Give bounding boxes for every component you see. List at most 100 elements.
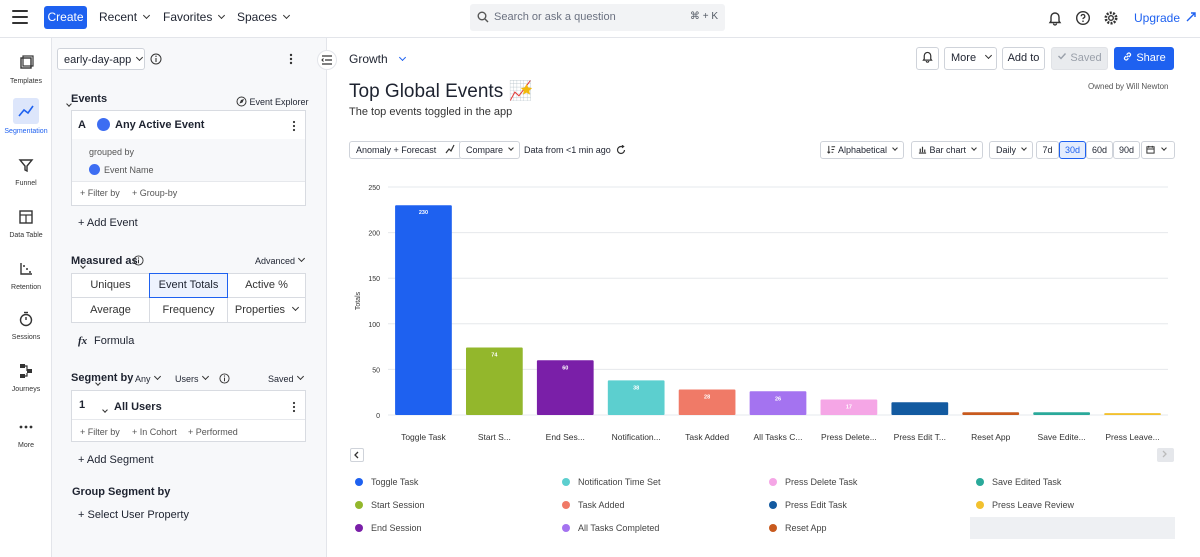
notify-button[interactable] [916,47,939,70]
range-7d[interactable]: 7d [1036,141,1059,159]
measure-frequency[interactable]: Frequency [149,297,228,323]
segment-row-chevron-icon[interactable] [102,407,108,413]
add-event-button[interactable]: + Add Event [78,217,138,229]
legend-color-swatch [355,478,363,486]
bar-chart-icon [918,146,927,154]
legend-item[interactable]: Notification Time Set [562,477,742,489]
funnel-icon [18,159,34,173]
search-shortcut: ⌘ + K [689,11,718,22]
measure-uniques[interactable]: Uniques [71,273,150,298]
rail-item-segmentation[interactable]: Segmentation [0,98,52,135]
segment-users-dropdown[interactable]: Users [175,372,209,384]
measure-event-totals[interactable]: Event Totals [149,273,228,298]
measure-properties[interactable]: Properties [227,297,306,323]
interval-dropdown[interactable]: Daily [989,141,1034,159]
advanced-dropdown[interactable]: Advanced [255,254,306,266]
project-selector[interactable]: early-day-app [57,48,145,70]
segment-name[interactable]: All Users [114,401,162,413]
spaces-dropdown[interactable]: Spaces [237,10,291,24]
date-picker-button[interactable] [1141,141,1175,159]
create-button[interactable]: Create [44,6,87,29]
legend-color-swatch [355,501,363,509]
select-user-property-button[interactable]: + Select User Property [78,509,189,521]
saved-button[interactable]: Saved [1051,47,1108,70]
chart-scroll-left-button[interactable] [350,448,364,462]
range-90d[interactable]: 90d [1113,141,1140,159]
info-icon[interactable] [150,53,162,65]
legend-item[interactable]: Start Session [355,500,535,512]
formula-icon: fx [78,335,88,347]
measure-average[interactable]: Average [71,297,150,323]
legend-color-swatch [562,524,570,532]
search-input[interactable]: Search or ask a question ⌘ + K [470,4,725,31]
rail-item-funnel[interactable]: Funnel [0,154,52,187]
measured-info-icon[interactable] [133,255,144,266]
legend-item[interactable]: Save Edited Task [976,477,1156,489]
legend-item[interactable]: Press Delete Task [769,477,949,489]
event-explorer-icon [236,96,247,107]
legend-item[interactable]: Toggle Task [355,477,535,489]
rail-item-retention[interactable]: Retention [0,258,52,291]
segment-info-icon[interactable] [219,373,230,384]
event-name[interactable]: Any Active Event [115,119,204,131]
chevron-right-icon [1162,450,1167,458]
help-icon[interactable] [1075,10,1091,26]
anomaly-forecast-button[interactable]: Anomaly + Forecast [349,141,462,159]
legend-item[interactable]: Press Leave Review [976,500,1156,512]
rail-item-more[interactable]: More [0,416,52,449]
event-explorer-link[interactable]: Event Explorer [236,94,309,107]
refresh-icon[interactable] [616,145,626,155]
segment-filter-by-button[interactable]: + Filter by [80,427,120,437]
measure-active-percent[interactable]: Active % [227,273,306,298]
upgrade-link[interactable]: Upgrade [1134,10,1197,25]
space-dropdown[interactable]: Growth [349,52,406,66]
favorites-dropdown[interactable]: Favorites [163,10,226,24]
star-favorite-icon[interactable] [520,83,533,96]
legend-item[interactable]: Reset App [769,523,949,535]
group-property[interactable]: Event Name [104,165,154,175]
segment-in-cohort-button[interactable]: + In Cohort [132,427,177,437]
rail-item-journeys[interactable]: Journeys [0,360,52,393]
range-30d[interactable]: 30d [1059,141,1086,159]
legend-label: Notification Time Set [578,477,661,487]
formula-button[interactable]: Formula [94,335,134,347]
add-segment-button[interactable]: + Add Segment [78,454,154,466]
legend-item[interactable]: Task Added [562,500,742,512]
hamburger-menu-icon[interactable] [12,10,28,24]
rail-item-templates[interactable]: Templates [0,52,52,85]
more-dropdown[interactable]: More [944,47,997,70]
share-button[interactable]: Share [1114,47,1174,70]
event-kebab-menu-icon[interactable] [292,120,296,132]
event-group-by-button[interactable]: + Group-by [132,188,177,198]
upgrade-icon [1186,12,1197,22]
range-60d[interactable]: 60d [1086,141,1113,159]
segment-any-dropdown[interactable]: Any [135,372,161,384]
add-to-button[interactable]: Add to [1002,47,1045,70]
event-filter-by-button[interactable]: + Filter by [80,188,120,198]
rail-item-sessions[interactable]: Sessions [0,308,52,341]
legend-item[interactable]: All Tasks Completed [562,523,742,535]
legend-color-swatch [769,478,777,486]
rail-item-data-table[interactable]: Data Table [0,206,52,239]
bell-icon[interactable] [1047,10,1063,26]
journeys-icon [20,364,32,378]
search-icon [477,11,489,23]
legend-color-swatch [976,501,984,509]
segment-kebab-menu-icon[interactable] [292,401,296,413]
rail-label-more: More [18,442,34,449]
segment-saved-dropdown[interactable]: Saved [268,372,304,384]
settings-gear-icon[interactable] [1103,10,1119,26]
compare-dropdown[interactable]: Compare [459,141,521,159]
sort-dropdown[interactable]: Alphabetical [820,141,905,159]
legend-highlight [970,517,1175,539]
segment-by-heading: Segment by [71,372,134,384]
legend-item[interactable]: Press Edit Task [769,500,949,512]
chart-type-dropdown[interactable]: Bar chart [911,141,984,159]
chart-scroll-right-button[interactable] [1157,448,1174,462]
kebab-menu-icon[interactable] [289,53,293,65]
recent-dropdown[interactable]: Recent [99,10,151,24]
segment-performed-button[interactable]: + Performed [188,427,238,437]
report-description: The top events toggled in the app [349,106,513,118]
legend-item[interactable]: End Session [355,523,535,535]
legend-label: All Tasks Completed [578,523,660,533]
